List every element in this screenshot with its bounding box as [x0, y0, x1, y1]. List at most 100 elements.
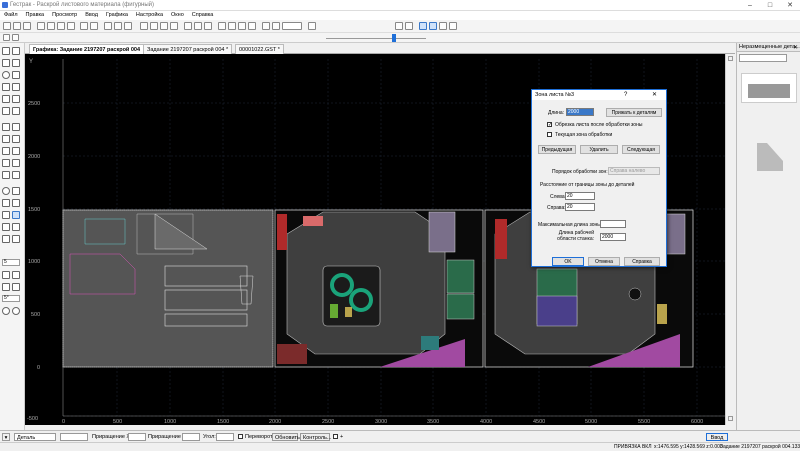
- save-icon[interactable]: [23, 22, 31, 30]
- help-question-icon[interactable]: ?: [624, 90, 627, 100]
- expand-icon[interactable]: [2, 235, 10, 243]
- menu-graphics[interactable]: Графика: [102, 11, 132, 20]
- up-arrow-icon[interactable]: [2, 223, 10, 231]
- drill-icon[interactable]: [228, 22, 236, 30]
- point-icon[interactable]: [2, 171, 10, 179]
- dx-input[interactable]: [128, 433, 146, 441]
- rotate-ccw-icon[interactable]: [2, 307, 10, 315]
- spline-icon[interactable]: [12, 107, 20, 115]
- grid-icon[interactable]: [114, 22, 122, 30]
- zoom-window-icon[interactable]: [160, 22, 168, 30]
- step-select[interactable]: 5: [2, 259, 20, 266]
- table-icon[interactable]: [104, 22, 112, 30]
- rectangle-icon[interactable]: [12, 59, 20, 67]
- panel-close-icon[interactable]: ✕: [793, 44, 798, 51]
- measure-icon[interactable]: [2, 147, 10, 155]
- search-icon[interactable]: [2, 187, 10, 195]
- font-icon[interactable]: [238, 22, 246, 30]
- next-zone-button[interactable]: Следующая: [622, 145, 660, 154]
- angle-select[interactable]: 5°: [2, 295, 20, 302]
- sheet-icon[interactable]: [194, 22, 202, 30]
- menu-view[interactable]: Просмотр: [48, 11, 81, 20]
- properties-icon[interactable]: [12, 187, 20, 195]
- new-file-icon[interactable]: [3, 22, 11, 30]
- dropdown-toggle-icon[interactable]: ▾: [2, 433, 10, 441]
- slot-icon[interactable]: [12, 95, 20, 103]
- arc-icon[interactable]: [12, 71, 20, 79]
- move-icon[interactable]: [2, 211, 10, 219]
- minimize-button[interactable]: –: [740, 0, 760, 11]
- ok-button[interactable]: OK: [552, 257, 584, 266]
- menu-window[interactable]: Окно: [167, 11, 188, 20]
- maximize-button[interactable]: □: [760, 0, 780, 11]
- collapse-icon[interactable]: [12, 235, 20, 243]
- snap-icon[interactable]: [2, 199, 10, 207]
- zoom-slider-track[interactable]: [326, 38, 426, 39]
- zoom-in-icon[interactable]: [140, 22, 148, 30]
- part-copy-icon[interactable]: [2, 123, 10, 131]
- dialog-close-icon[interactable]: ✕: [652, 90, 657, 100]
- menu-settings[interactable]: Настройка: [132, 11, 167, 20]
- hatch-icon[interactable]: [2, 159, 10, 167]
- max-zone-input[interactable]: [600, 220, 626, 228]
- line-icon[interactable]: [12, 47, 20, 55]
- right-distance-input[interactable]: 20: [565, 203, 595, 211]
- tool-path-icon[interactable]: [218, 22, 226, 30]
- align-bottom-icon[interactable]: [419, 22, 427, 30]
- undo-icon[interactable]: [80, 22, 88, 30]
- move-left-icon[interactable]: [2, 271, 10, 279]
- rotate-cw-icon[interactable]: [12, 307, 20, 315]
- zoom-slider-thumb[interactable]: [392, 34, 396, 42]
- order-select[interactable]: Справа налево: [608, 167, 660, 175]
- options-icon[interactable]: [308, 22, 316, 30]
- redo-icon[interactable]: [90, 22, 98, 30]
- sheet-place-icon[interactable]: [12, 123, 20, 131]
- length-input[interactable]: 2000: [566, 108, 594, 116]
- part-icon[interactable]: [184, 22, 192, 30]
- text-icon[interactable]: [2, 107, 10, 115]
- close-window-button[interactable]: ✕: [780, 0, 800, 11]
- flip-checkbox[interactable]: [238, 434, 243, 439]
- polygon-icon[interactable]: [2, 83, 10, 91]
- select-arrow-icon[interactable]: [2, 47, 10, 55]
- dropdown-icon[interactable]: [12, 34, 19, 41]
- left-distance-input[interactable]: 20: [565, 192, 595, 200]
- rounded-rect-icon[interactable]: [2, 95, 10, 103]
- current-zone-checkbox[interactable]: [547, 132, 552, 137]
- update-button[interactable]: Обновить: [272, 433, 300, 441]
- delete-zone-button[interactable]: Удалить: [580, 145, 618, 154]
- angle-input[interactable]: [216, 433, 234, 441]
- menu-input[interactable]: Ввод: [81, 11, 102, 20]
- attach-icon[interactable]: [248, 22, 256, 30]
- cut-icon[interactable]: [47, 22, 55, 30]
- play-icon[interactable]: [3, 34, 10, 41]
- rotate-part-icon[interactable]: [2, 135, 10, 143]
- panel-filter-select[interactable]: [739, 54, 787, 62]
- option-checkbox[interactable]: [333, 434, 338, 439]
- cross-icon[interactable]: [12, 171, 20, 179]
- mirror-part-icon[interactable]: [12, 135, 20, 143]
- input-button[interactable]: Ввод: [706, 433, 728, 441]
- previous-zone-button[interactable]: Предыдущая: [538, 145, 576, 154]
- ellipse-icon[interactable]: [12, 83, 20, 91]
- align-right-icon[interactable]: [429, 22, 437, 30]
- part-shape-thumbnail[interactable]: [755, 141, 785, 173]
- align-center-icon[interactable]: [439, 22, 447, 30]
- scroll-down-icon[interactable]: [728, 416, 733, 421]
- link-icon[interactable]: [12, 199, 20, 207]
- menu-file[interactable]: Файл: [0, 11, 22, 20]
- help-button[interactable]: Справка: [624, 257, 660, 266]
- contour-icon[interactable]: [12, 159, 20, 167]
- paste-icon[interactable]: [67, 22, 75, 30]
- copy-icon[interactable]: [57, 22, 65, 30]
- layers-icon[interactable]: [124, 22, 132, 30]
- dy-input[interactable]: [182, 433, 200, 441]
- nest-icon[interactable]: [204, 22, 212, 30]
- attach-to-parts-button[interactable]: Прижать к деталям: [606, 108, 662, 117]
- trim-after-checkbox[interactable]: ✓: [547, 122, 552, 128]
- fill-icon[interactable]: [272, 22, 280, 30]
- menu-help[interactable]: Справка: [188, 11, 218, 20]
- layer-select[interactable]: [282, 22, 302, 30]
- zoom-fit-icon[interactable]: [170, 22, 178, 30]
- zoom-out-icon[interactable]: [150, 22, 158, 30]
